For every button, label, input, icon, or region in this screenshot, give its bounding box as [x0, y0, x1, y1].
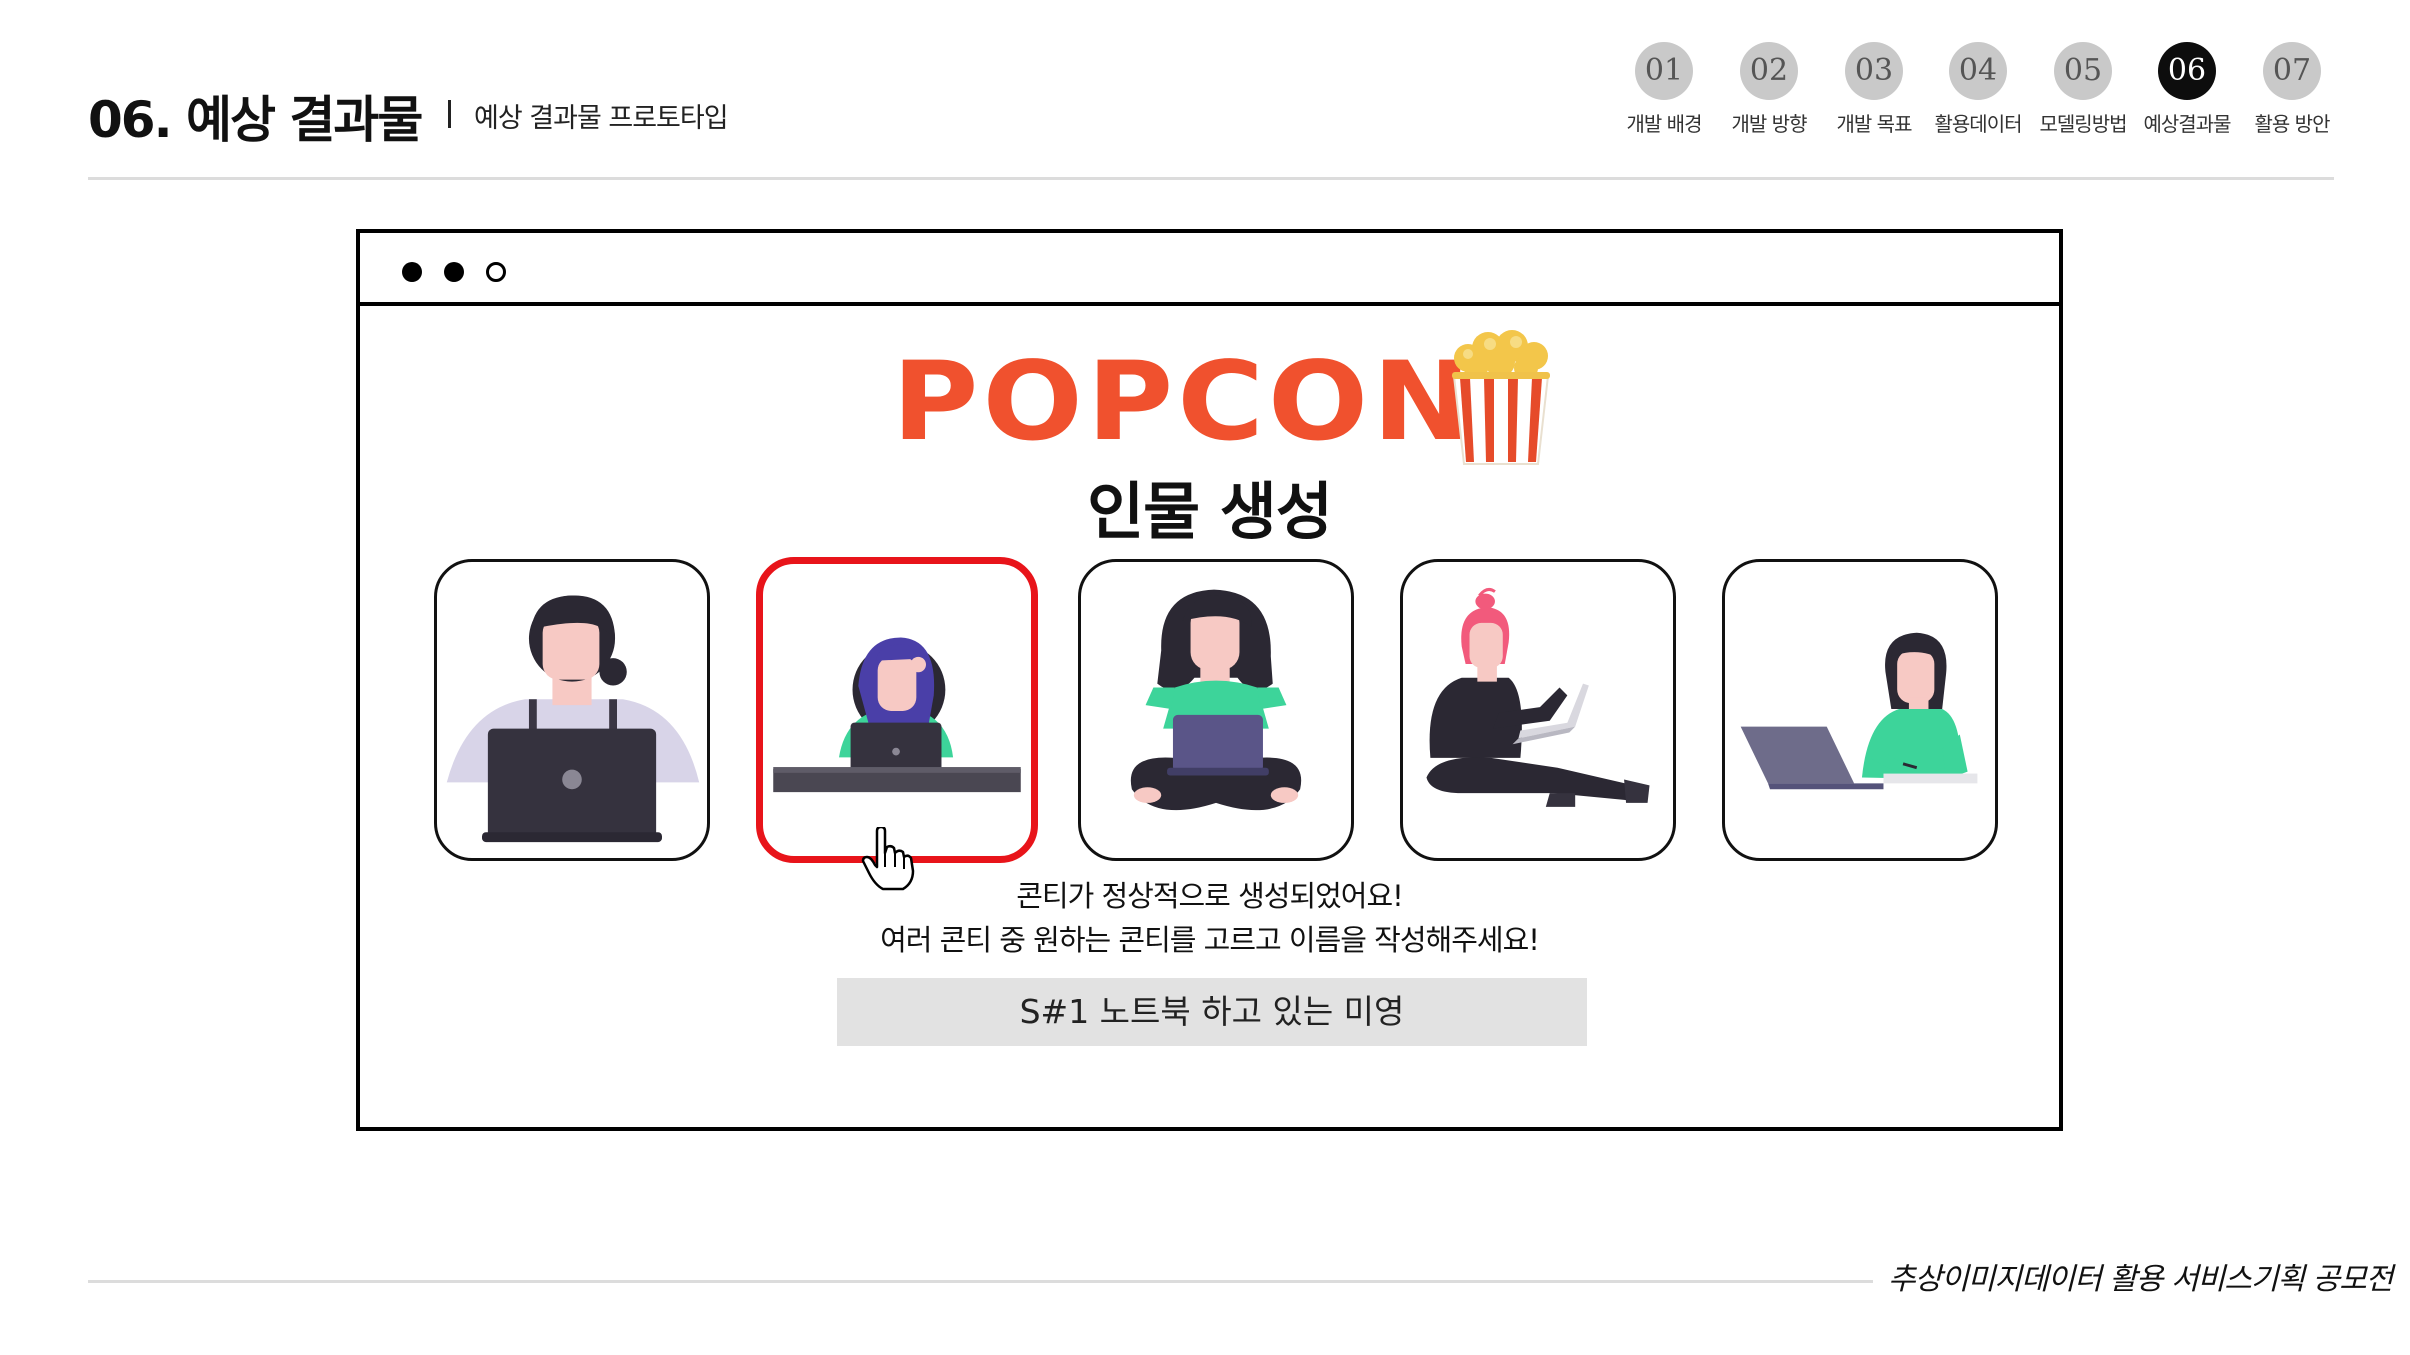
step-number: 06: [2158, 42, 2216, 100]
step-02[interactable]: 02 개발 방향: [1714, 42, 1824, 137]
screen-title: 인물 생성: [1087, 475, 1333, 548]
window-dot-icon: [402, 262, 422, 282]
scene-name-input[interactable]: S#1 노트북 하고 있는 미영: [837, 978, 1587, 1046]
popcon-logo: POPCON: [892, 338, 1475, 465]
woman-laptop-floor-illustration: [1426, 587, 1650, 807]
step-label: 개발 방향: [1731, 112, 1808, 136]
step-number: 04: [1949, 42, 2007, 100]
step-05[interactable]: 05 모델링방법: [2028, 42, 2138, 137]
step-label: 개발 목표: [1836, 112, 1913, 136]
step-label: 활용데이터: [1934, 112, 2023, 136]
step-number: 07: [2263, 42, 2321, 100]
step-07[interactable]: 07 활용 방안: [2237, 42, 2347, 137]
step-06-active[interactable]: 06 예상결과물: [2132, 42, 2242, 137]
character-card[interactable]: [1722, 559, 1998, 861]
step-navigation: 01 개발 배경 02 개발 방향 03 개발 목표 04 활용데이터 05 모…: [0, 42, 2410, 152]
step-number: 01: [1635, 42, 1693, 100]
window-dot-icon: [486, 262, 506, 282]
step-label: 예상결과물: [2143, 112, 2232, 136]
footer-caption: 추상이미지데이터 활용 서비스기획 공모전: [1888, 1262, 2393, 1297]
step-label: 개발 배경: [1626, 112, 1703, 136]
footer-divider: [88, 1280, 1873, 1283]
step-label: 모델링방법: [2039, 112, 2128, 136]
step-number: 05: [2054, 42, 2112, 100]
header-divider: [88, 177, 2334, 180]
step-03[interactable]: 03 개발 목표: [1819, 42, 1929, 137]
woman-laptop-front-illustration: [446, 595, 700, 843]
woman-laptop-crosslegged-illustration: [1130, 589, 1302, 811]
browser-window-mockup: POPCON 인물 생성 콘티가 정상적으로 생성되었어요! 여러 콘티 중 원…: [356, 229, 2063, 1131]
window-dot-icon: [444, 262, 464, 282]
step-number: 03: [1845, 42, 1903, 100]
character-card-list: [360, 557, 2059, 869]
character-card[interactable]: [434, 559, 710, 861]
step-number: 02: [1740, 42, 1798, 100]
step-01[interactable]: 01 개발 배경: [1609, 42, 1719, 137]
step-04[interactable]: 04 활용데이터: [1923, 42, 2033, 137]
woman-laptop-desk-illustration: [773, 637, 1021, 793]
character-card[interactable]: [1400, 559, 1676, 861]
status-message: 콘티가 정상적으로 생성되었어요!: [1016, 879, 1404, 913]
character-card-selected[interactable]: [756, 557, 1038, 863]
browser-title-bar: [360, 233, 2059, 306]
character-card[interactable]: [1078, 559, 1354, 861]
step-label: 활용 방안: [2254, 112, 2331, 136]
woman-writing-laptop-illustration: [1740, 632, 1978, 790]
popcorn-icon: [1452, 330, 1550, 465]
instruction-message: 여러 콘티 중 원하는 콘티를 고르고 이름을 작성해주세요!: [880, 923, 1540, 957]
